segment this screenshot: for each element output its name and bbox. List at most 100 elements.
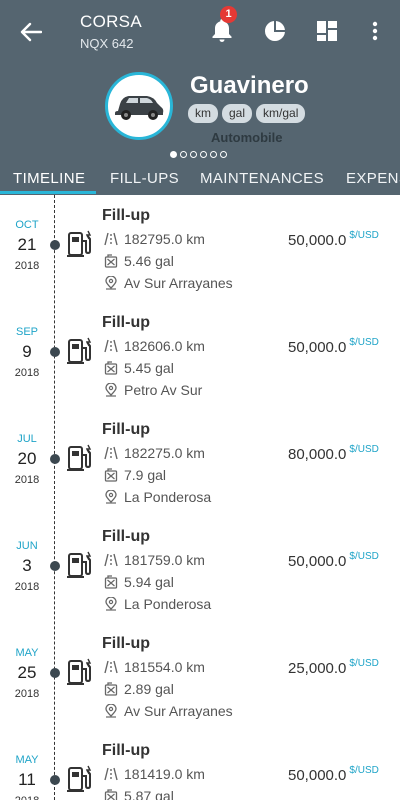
page-dot [180,151,187,158]
page-dot [200,151,207,158]
entry-year: 2018 [14,260,40,272]
tab-maintenances[interactable]: MAINTENANCES [200,170,324,187]
timeline-dot [50,668,60,678]
vehicle-avatar[interactable] [105,72,173,140]
entry-month: SEP [15,326,38,338]
amount-value: 50,000.0 [288,232,347,249]
entry-volume: 5.87 gal [104,788,174,800]
timeline-entry[interactable]: SEP 9 2018 Fill-up 182606.0 km 5.45 gal Petro … [0,302,400,409]
app-bar: CORSA NQX 642 1 [0,0,400,62]
tab-fill-ups[interactable]: FILL-UPS [110,170,179,187]
fuel-pump-icon [67,337,92,364]
currency-label: $/USD [349,658,379,669]
entry-location: Petro Av Sur [104,382,202,398]
entry-volume: 2.89 gal [104,681,174,697]
entry-year: 2018 [14,581,40,593]
timeline-dot [50,775,60,785]
page-dot [220,151,227,158]
license-plate: NQX 642 [80,36,134,51]
entry-odometer: 181419.0 km [104,766,205,782]
back-button[interactable] [14,17,48,47]
entry-year: 2018 [14,688,40,700]
amount-value: 50,000.0 [288,767,347,784]
road-icon [104,339,118,353]
timeline-dot [50,240,60,250]
location-pin-icon [105,490,117,504]
volume-value: 7.9 gal [124,467,167,483]
entry-day: 3 [22,556,32,575]
entry-day: 11 [18,770,36,789]
car-icon [115,96,164,120]
unit-chip-distance: km [188,104,218,123]
page-dot [170,151,177,158]
pie-chart-icon [265,21,285,41]
location-value: La Ponderosa [124,596,212,612]
amount-value: 50,000.0 [288,339,347,356]
road-icon [104,767,118,781]
entry-day: 25 [17,663,37,682]
entry-location: Av Sur Arrayanes [104,275,233,291]
odometer-value: 182275.0 km [124,445,205,461]
location-pin-icon [105,704,117,718]
fuel-can-icon [104,361,118,375]
vehicle-header: CORSA NQX 642 1 Guavinero km gal km/gal … [0,0,400,195]
timeline-entry[interactable]: JUL 20 2018 Fill-up 182275.0 km 7.9 gal La Pon… [0,409,400,516]
active-tab-indicator [0,191,96,194]
tab-expenses[interactable]: EXPENSES [346,170,400,187]
currency-label: $/USD [349,551,379,562]
amount-value: 50,000.0 [288,553,347,570]
entry-title: Fill-up [102,314,150,331]
notification-count-badge: 1 [220,6,237,23]
page-indicator [170,151,227,158]
currency-label: $/USD [349,230,379,241]
entry-location: Av Sur Arrayanes [104,703,233,719]
timeline-entry[interactable]: MAY 25 2018 Fill-up 181554.0 km 2.89 gal Av Su… [0,623,400,730]
entry-month: JUN [16,540,38,552]
amount-value: 80,000.0 [288,446,347,463]
entry-location: La Ponderosa [104,596,211,612]
timeline-entry[interactable]: MAY 11 2018 Fill-up 181419.0 km 5.87 gal 50,00… [0,730,400,800]
entry-odometer: 181759.0 km [104,552,205,568]
timeline-entry[interactable]: JUN 3 2018 Fill-up 181759.0 km 5.94 gal La Pon… [0,516,400,623]
more-options-button[interactable] [362,16,388,46]
location-pin-icon [105,597,117,611]
location-pin-icon [105,383,117,397]
timeline-dot [50,347,60,357]
entry-amount: 80,000.0 $/USD [288,444,379,463]
entry-odometer: 181554.0 km [104,659,205,675]
fuel-pump-icon [67,658,92,685]
entry-volume: 5.45 gal [104,360,174,376]
volume-value: 5.46 gal [124,253,174,269]
odometer-value: 182795.0 km [124,231,205,247]
volume-value: 5.45 gal [124,360,174,376]
entry-title: Fill-up [102,635,150,652]
entry-month: MAY [15,754,39,766]
currency-label: $/USD [349,444,379,455]
currency-label: $/USD [349,765,379,776]
volume-value: 2.89 gal [124,681,174,697]
fuel-can-icon [104,468,118,482]
entry-volume: 5.46 gal [104,253,174,269]
timeline-entry[interactable]: OCT 21 2018 Fill-up 182795.0 km 5.46 gal Av Su… [0,195,400,302]
road-icon [104,232,118,246]
entry-volume: 5.94 gal [104,574,174,590]
unit-chip-volume: gal [222,104,253,123]
fuel-pump-icon [67,444,92,471]
timeline-list[interactable]: OCT 21 2018 Fill-up 182795.0 km 5.46 gal Av Su… [0,195,400,800]
road-icon [104,660,118,674]
dashboard-button[interactable] [312,16,342,46]
odometer-value: 182606.0 km [124,338,205,354]
entry-odometer: 182606.0 km [104,338,205,354]
entry-location: La Ponderosa [104,489,211,505]
entry-year: 2018 [14,474,40,486]
tab-timeline[interactable]: TIMELINE [13,170,85,187]
statistics-button[interactable] [260,16,290,46]
location-pin-icon [105,276,117,290]
page-dot [190,151,197,158]
entry-amount: 25,000.0 $/USD [288,658,379,677]
odometer-value: 181419.0 km [124,766,205,782]
fuel-can-icon [104,254,118,268]
entry-day: 21 [17,235,37,254]
entry-amount: 50,000.0 $/USD [288,230,379,249]
entry-month: OCT [15,219,39,231]
